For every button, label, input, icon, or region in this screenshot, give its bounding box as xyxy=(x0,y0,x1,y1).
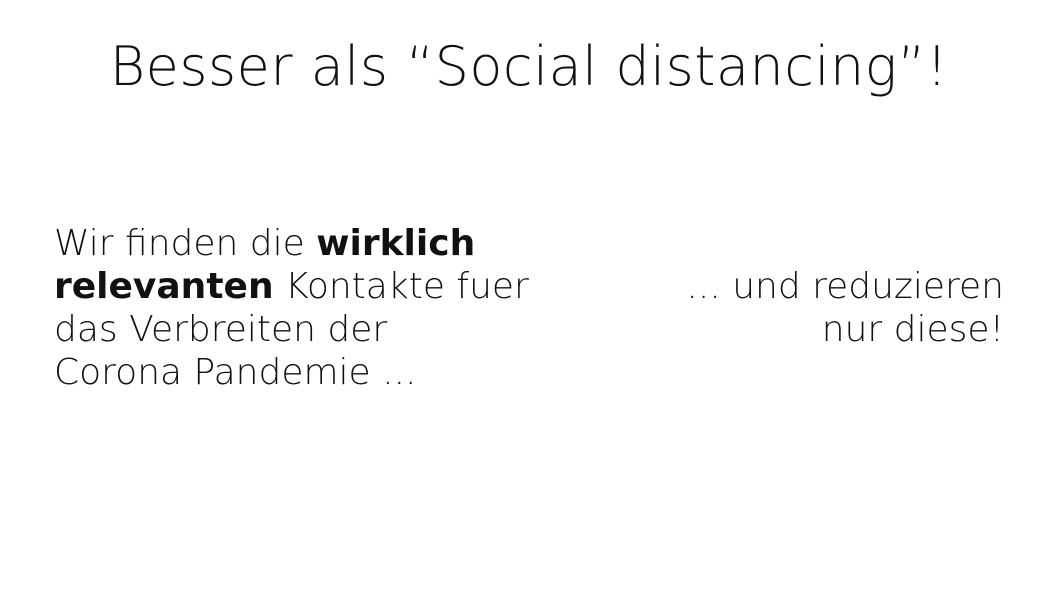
slide-title: Besser als “Social distancing”! xyxy=(109,35,949,98)
left-line-2: relevanten Kontakte fuer xyxy=(54,265,614,308)
left-line-2-plain: Kontakte fuer xyxy=(273,266,529,307)
left-text-block: Wir finden die wirklich relevanten Konta… xyxy=(54,222,614,394)
left-line-2-bold: relevanten xyxy=(54,266,274,307)
slide: Besser als “Social distancing”! Wir find… xyxy=(0,0,1058,595)
left-line-4: Corona Pandemie ... xyxy=(54,352,417,393)
right-line-1: ... und reduzieren xyxy=(686,266,1004,307)
left-line-1-plain: Wir finden die xyxy=(54,223,317,264)
right-text-block: ... und reduzieren nur diese! xyxy=(564,265,1004,351)
left-line-1-bold: wirklich xyxy=(316,223,476,264)
left-line-3: das Verbreiten der xyxy=(54,309,388,350)
right-line-2: nur diese! xyxy=(821,309,1004,350)
left-line-1: Wir finden die wirklich xyxy=(54,222,614,265)
